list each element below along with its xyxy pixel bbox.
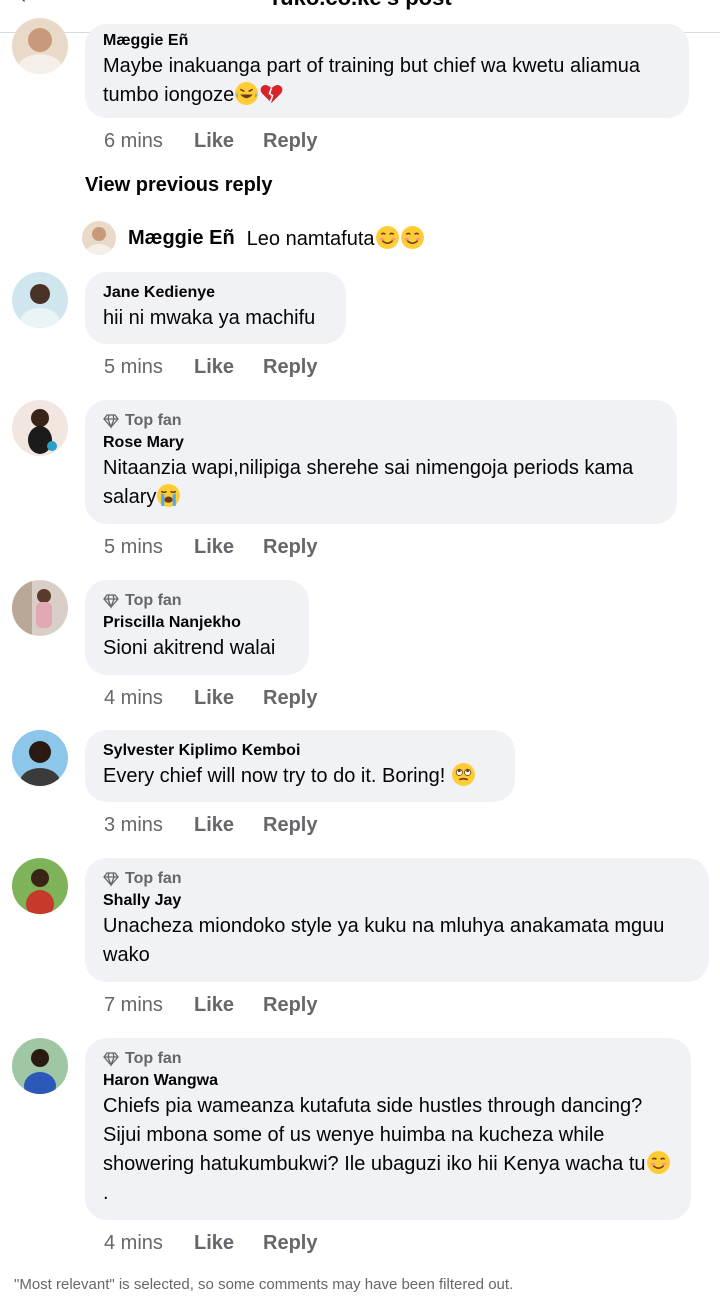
top-fan-badge: Top fan — [103, 868, 691, 890]
like-button[interactable]: Like — [194, 1232, 263, 1255]
top-fan-badge: Top fan — [103, 590, 291, 612]
reply-button[interactable]: Reply — [263, 356, 317, 379]
reply-button[interactable]: Reply — [263, 814, 317, 837]
comment-time[interactable]: 4 mins — [104, 1232, 194, 1255]
like-button[interactable]: Like — [194, 356, 263, 379]
comment-time[interactable]: 6 mins — [104, 130, 194, 153]
comment-author[interactable]: Haron Wangwa — [103, 1070, 673, 1092]
diamond-icon — [103, 414, 119, 429]
diamond-icon — [103, 872, 119, 887]
comment-bubble: Sylvester Kiplimo Kemboi Every chief wil… — [85, 730, 515, 802]
comment-author[interactable]: Shally Jay — [103, 890, 691, 912]
comment-text: Nitaanzia wapi,nilipiga sherehe sai nime… — [103, 457, 634, 508]
comment-actions: 3 mins Like Reply — [104, 810, 317, 840]
smiling-face-emoji-icon — [375, 225, 400, 250]
comment-time[interactable]: 5 mins — [104, 356, 194, 379]
comment-text: Every chief will now try to do it. Borin… — [103, 762, 497, 791]
comment-bubble: Jane Kedienye hii ni mwaka ya machifu — [85, 272, 346, 344]
loudly-crying-face-emoji-icon — [156, 483, 181, 508]
comment-bubble: Top fan Priscilla Nanjekho Sioni akitren… — [85, 580, 309, 675]
avatar[interactable] — [12, 400, 68, 456]
post-title: Tuko.co.ke's post — [0, 0, 720, 11]
avatar[interactable] — [82, 221, 116, 255]
reply-preview[interactable]: Mæggie Eñ Leo namtafuta — [82, 220, 425, 256]
comment-bubble: Top fan Haron Wangwa Chiefs pia wameanza… — [85, 1038, 691, 1220]
smiling-face-emoji-icon — [400, 225, 425, 250]
rolling-eyes-emoji-icon — [451, 762, 476, 787]
smiling-face-emoji-icon — [646, 1150, 671, 1175]
comment-author[interactable]: Priscilla Nanjekho — [103, 612, 291, 634]
avatar[interactable] — [12, 730, 68, 786]
reply-button[interactable]: Reply — [263, 130, 317, 153]
comment-author[interactable]: Rose Mary — [103, 432, 659, 454]
reply-author[interactable]: Mæggie Eñ — [128, 227, 235, 250]
top-fan-badge: Top fan — [103, 410, 659, 432]
reply-button[interactable]: Reply — [263, 687, 317, 710]
comment-text: Maybe inakuanga part of training but chi… — [103, 55, 640, 106]
comment-text: Sioni akitrend walai — [103, 637, 276, 659]
comment-actions: 6 mins Like Reply — [104, 126, 317, 156]
comment-text: Unacheza miondoko style ya kuku na mluhy… — [103, 915, 665, 966]
avatar[interactable] — [12, 272, 68, 328]
comment-time[interactable]: 5 mins — [104, 536, 194, 559]
comment-bubble: Top fan Shally Jay Unacheza miondoko sty… — [85, 858, 709, 982]
view-previous-reply-link[interactable]: View previous reply — [85, 174, 273, 197]
reply-button[interactable]: Reply — [263, 994, 317, 1017]
like-button[interactable]: Like — [194, 687, 263, 710]
comment-time[interactable]: 4 mins — [104, 687, 194, 710]
comment-actions: 5 mins Like Reply — [104, 352, 317, 382]
comment-author[interactable]: Sylvester Kiplimo Kemboi — [103, 740, 497, 762]
top-fan-badge: Top fan — [103, 1048, 673, 1070]
diamond-icon — [103, 1052, 119, 1067]
reply-text: Leo namtafuta — [247, 225, 425, 251]
like-button[interactable]: Like — [194, 814, 263, 837]
tears-of-joy-emoji-icon — [234, 81, 259, 106]
comment-actions: 7 mins Like Reply — [104, 990, 317, 1020]
comment-bubble: Top fan Rose Mary Nitaanzia wapi,nilipig… — [85, 400, 677, 524]
reply-button[interactable]: Reply — [263, 536, 317, 559]
diamond-icon — [103, 594, 119, 609]
comment-bubble: Mæggie Eñ Maybe inakuanga part of traini… — [85, 24, 689, 118]
comment-author[interactable]: Mæggie Eñ — [103, 30, 671, 52]
comment-time[interactable]: 3 mins — [104, 814, 194, 837]
comment-text: Chiefs pia wameanza kutafuta side hustle… — [103, 1092, 673, 1208]
comment-actions: 4 mins Like Reply — [104, 683, 317, 713]
avatar[interactable] — [12, 858, 68, 914]
comment-time[interactable]: 7 mins — [104, 994, 194, 1017]
filter-notice: "Most relevant" is selected, so some com… — [14, 1276, 514, 1293]
avatar[interactable] — [12, 580, 68, 636]
comment-actions: 4 mins Like Reply — [104, 1228, 317, 1258]
comment-author[interactable]: Jane Kedienye — [103, 282, 328, 304]
reply-button[interactable]: Reply — [263, 1232, 317, 1255]
comment-text: hii ni mwaka ya machifu — [103, 307, 316, 329]
like-button[interactable]: Like — [194, 994, 263, 1017]
comment-actions: 5 mins Like Reply — [104, 532, 317, 562]
like-button[interactable]: Like — [194, 130, 263, 153]
avatar[interactable] — [12, 1038, 68, 1094]
broken-heart-emoji-icon — [259, 81, 284, 106]
like-button[interactable]: Like — [194, 536, 263, 559]
avatar[interactable] — [12, 18, 68, 74]
